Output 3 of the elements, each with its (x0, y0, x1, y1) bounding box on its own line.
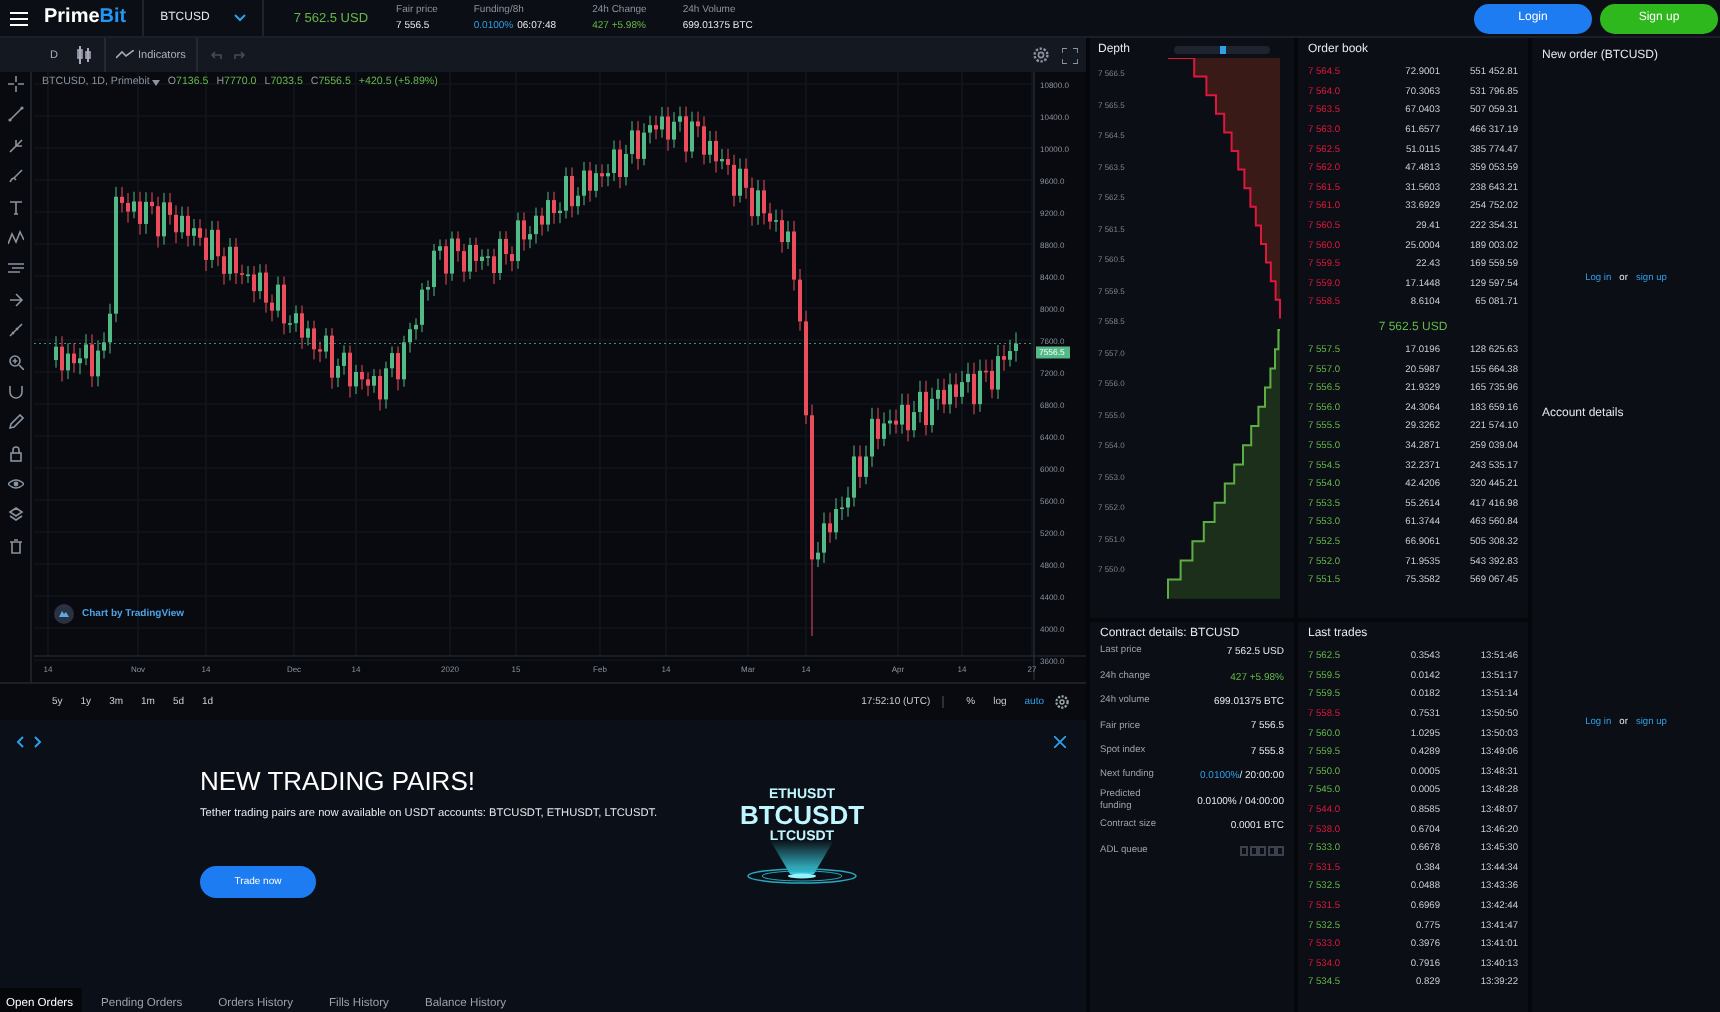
banner-title: NEW TRADING PAIRS! (200, 766, 477, 796)
pair-label: BTCUSDT (739, 802, 865, 830)
logo[interactable]: PrimeBit (44, 0, 145, 36)
